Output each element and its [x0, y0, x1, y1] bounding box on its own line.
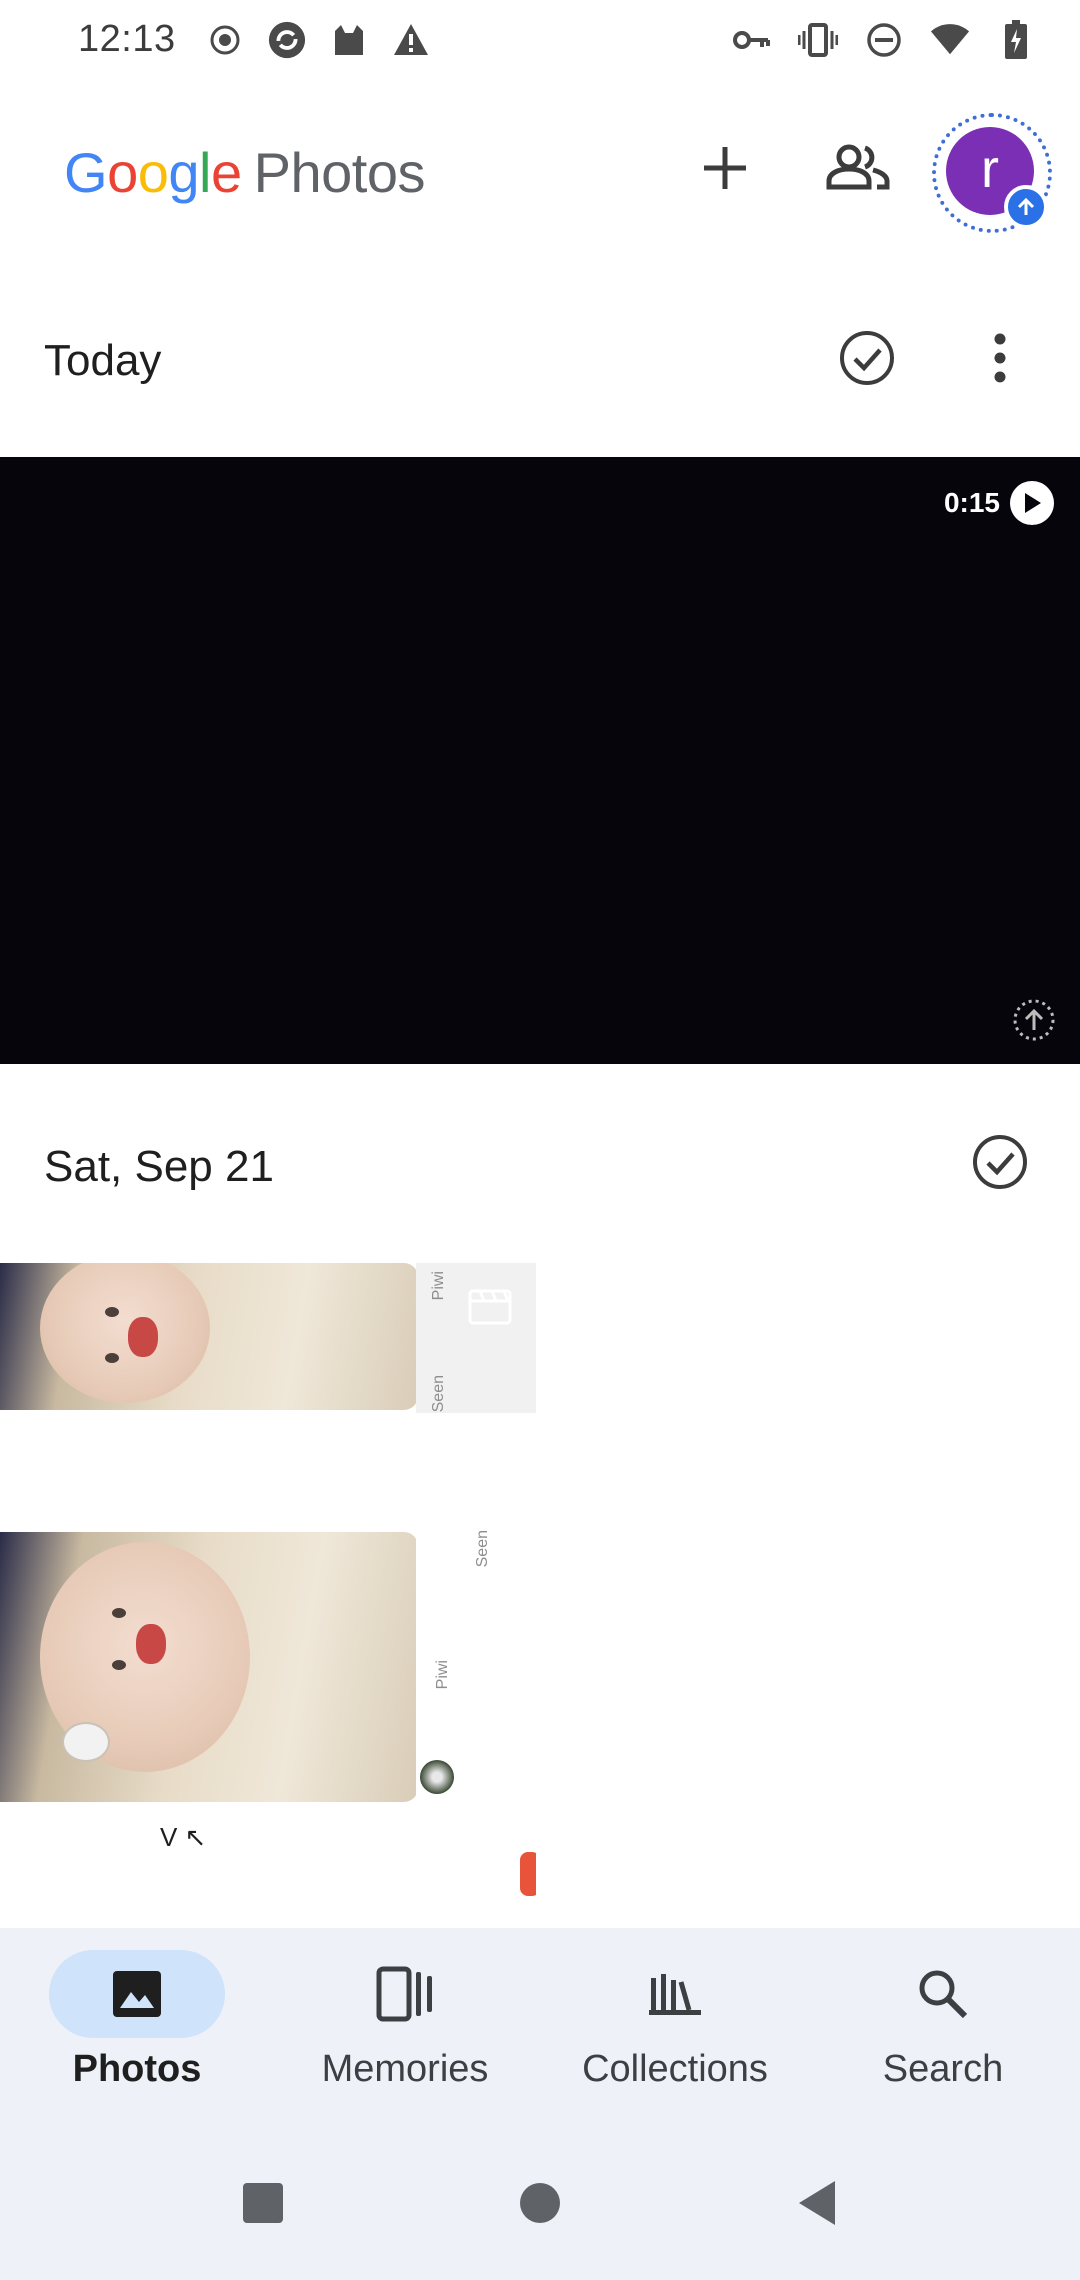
system-navigation-bar — [0, 2128, 1080, 2280]
battery-charging-icon — [996, 20, 1036, 60]
photo-image — [0, 1263, 418, 1410]
status-bar: 12:13 — [0, 0, 1080, 90]
warning-icon — [391, 20, 431, 60]
people-icon — [826, 144, 890, 190]
thumbnail-side-strip: Piwi Seen — [416, 1263, 536, 1413]
nav-item-photos[interactable]: Photos — [2, 1928, 272, 2128]
search-icon — [919, 1970, 968, 2019]
photo-thumbnail[interactable]: Seen Piwi V ↖ — [0, 1460, 536, 1930]
earring — [62, 1722, 110, 1762]
photo-image — [0, 1532, 418, 1802]
do-not-disturb-icon — [864, 20, 904, 60]
film-icon — [468, 1289, 512, 1325]
back-triangle-icon — [799, 2181, 835, 2225]
add-button[interactable] — [690, 133, 760, 203]
red-sticker — [520, 1852, 536, 1896]
thumbnail-bottom-text: V ↖ — [160, 1822, 207, 1852]
more-vert-icon — [994, 333, 1006, 383]
status-time: 12:13 — [78, 18, 176, 60]
video-duration: 0:15 — [943, 487, 1000, 518]
back-button[interactable] — [782, 2168, 852, 2238]
check-circle-icon — [973, 1135, 1027, 1189]
nav-item-memories[interactable]: Memories — [270, 1928, 540, 2128]
square-icon — [243, 2183, 283, 2223]
logo-product-name: Photos — [253, 141, 426, 204]
bottom-navigation: Photos Memories Collections Search — [0, 1928, 1080, 2128]
select-all-sep-21-button[interactable] — [970, 1132, 1030, 1192]
vpn-key-icon — [732, 20, 772, 60]
google-photos-screen: 12:13 Google Photos r Today 0:15 Sat, Se… — [0, 0, 1080, 2280]
small-avatar — [420, 1760, 454, 1794]
section-title: Sat, Sep 21 — [44, 1142, 274, 1191]
memories-icon — [376, 1966, 432, 2022]
section-header-today: Today — [0, 308, 1080, 408]
backup-pending-icon — [1013, 999, 1055, 1041]
app-sync-icon — [267, 20, 307, 60]
play-icon — [1010, 481, 1054, 525]
wifi-icon — [930, 20, 970, 60]
nav-item-search[interactable]: Search — [808, 1928, 1078, 2128]
vibrate-icon — [798, 20, 838, 60]
plus-icon — [704, 147, 746, 189]
nav-active-indicator — [49, 1950, 225, 2038]
status-right-icons — [732, 20, 1036, 60]
thumbnail-side-strip: Seen Piwi — [416, 1460, 536, 1930]
home-button[interactable] — [505, 2168, 575, 2238]
cat-app-icon — [329, 20, 369, 60]
recents-button[interactable] — [228, 2168, 298, 2238]
nav-item-collections[interactable]: Collections — [540, 1928, 810, 2128]
section-header-sep-21: Sat, Sep 21 — [0, 1114, 1080, 1214]
backup-upload-icon — [1004, 185, 1048, 229]
collections-icon — [649, 1974, 701, 2015]
select-all-today-button[interactable] — [837, 328, 897, 388]
status-left-icons — [205, 20, 431, 60]
sharing-button[interactable] — [818, 133, 898, 203]
section-title: Today — [44, 336, 162, 385]
google-photos-logo: Google Photos — [64, 141, 426, 204]
check-circle-icon — [840, 331, 894, 385]
video-thumbnail[interactable]: 0:15 — [0, 457, 1080, 1064]
more-options-button[interactable] — [985, 328, 1015, 388]
record-icon — [205, 20, 245, 60]
photo-icon — [113, 1971, 161, 2017]
app-bar: Google Photos r — [0, 95, 1080, 245]
account-avatar-button[interactable]: r — [932, 113, 1052, 233]
circle-icon — [520, 2183, 560, 2223]
photo-thumbnail[interactable]: Piwi Seen — [0, 1263, 536, 1413]
